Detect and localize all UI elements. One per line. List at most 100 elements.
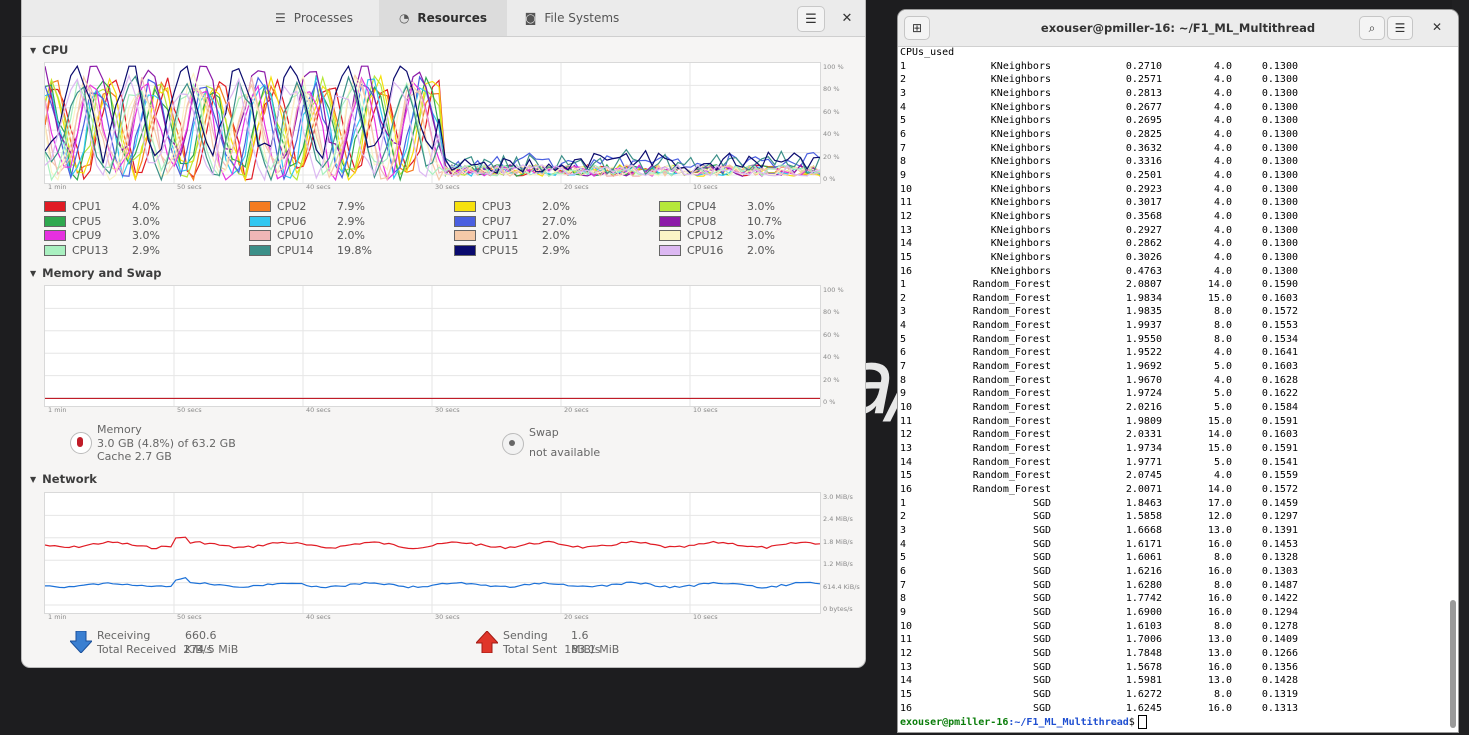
row-score: 0.1356 <box>1261 661 1298 673</box>
terminal-result-row: 13 Random_Forest 1.9734 15.0 0.1591 <box>900 442 1446 456</box>
row-score: 0.1572 <box>1261 306 1298 318</box>
cpu-legend-item[interactable]: CPU8 10.7% <box>659 215 782 228</box>
terminal-menu-button[interactable]: ☰ <box>1387 16 1413 40</box>
cpu-color-swatch[interactable] <box>44 230 66 241</box>
cpu-percent: 3.0% <box>132 229 160 242</box>
row-model: Random_Forest <box>972 456 1051 468</box>
row-cpus: 14 <box>900 456 913 468</box>
network-section-header[interactable]: ▼ Network <box>30 472 97 486</box>
row-score: 0.1591 <box>1261 415 1298 427</box>
cpu-legend-item[interactable]: CPU7 27.0% <box>454 215 577 228</box>
memory-info: Memory 3.0 GB (4.8%) of 63.2 GB Cache 2.… <box>97 423 236 464</box>
x-tick-label: 10 secs <box>693 183 718 191</box>
row-score: 0.1628 <box>1261 374 1298 386</box>
cpu-percent: 27.0% <box>542 214 577 228</box>
cpu-legend-item[interactable]: CPU12 3.0% <box>659 229 775 242</box>
terminal-result-row: 11 KNeighbors 0.3017 4.0 0.1300 <box>900 196 1446 210</box>
cpu-legend-item[interactable]: CPU13 2.9% <box>44 243 160 257</box>
cpu-percent: 10.7% <box>747 214 782 228</box>
row-param: 8.0 <box>1213 552 1232 564</box>
terminal-result-row: 13 SGD 1.5678 16.0 0.1356 <box>900 661 1446 675</box>
terminal-scrollbar[interactable] <box>1450 600 1456 728</box>
row-param: 16.0 <box>1207 702 1232 714</box>
cpu-color-swatch[interactable] <box>44 244 66 256</box>
receiving-arrow-icon[interactable] <box>68 630 94 657</box>
cpu-legend-item[interactable]: CPU14 19.8% <box>249 244 372 257</box>
terminal-prompt[interactable]: exouser@pmiller-16:~/F1_ML_Multithread$ <box>900 715 1446 730</box>
cpu-percent: 2.0% <box>542 200 570 213</box>
row-time: 1.9522 <box>1125 347 1162 359</box>
cpu-legend-item[interactable]: CPU15 2.9% <box>454 244 570 257</box>
terminal-close-button[interactable]: ✕ <box>1425 16 1449 38</box>
row-score: 0.1534 <box>1261 333 1298 345</box>
swap-color-swatch[interactable] <box>502 433 524 455</box>
cpu-color-swatch[interactable] <box>249 230 271 241</box>
cpu-color-swatch[interactable] <box>249 244 271 256</box>
row-cpus: 13 <box>900 443 913 455</box>
row-param: 15.0 <box>1207 292 1232 304</box>
memory-label: Memory <box>97 423 142 436</box>
row-score: 0.1391 <box>1261 524 1298 536</box>
cpu-legend-item[interactable]: CPU1 4.0% <box>44 200 160 213</box>
cpu-legend-item[interactable]: CPU4 3.0% <box>659 200 775 213</box>
cpu-label: CPU16 <box>687 243 724 257</box>
memory-pie-icon <box>77 437 83 447</box>
tab-resources[interactable]: ◔ Resources <box>379 0 507 36</box>
row-model: Random_Forest <box>972 429 1051 441</box>
x-tick-label: 20 secs <box>564 406 589 414</box>
row-time: 1.9835 <box>1125 306 1162 318</box>
cpu-color-swatch[interactable] <box>249 215 271 227</box>
prompt-path: :~/F1_ML_Multithread <box>1008 717 1129 729</box>
row-param: 16.0 <box>1207 606 1232 618</box>
cpu-color-swatch[interactable] <box>659 244 681 256</box>
terminal-result-row: 14 SGD 1.5981 13.0 0.1428 <box>900 674 1446 688</box>
row-time: 0.2813 <box>1125 87 1162 99</box>
row-model: KNeighbors <box>990 101 1051 113</box>
y-tick-label: 20 % <box>823 375 840 384</box>
cpu-legend-item[interactable]: CPU5 3.0% <box>44 215 160 228</box>
terminal-result-row: 2 Random_Forest 1.9834 15.0 0.1603 <box>900 292 1446 306</box>
y-tick-label: 80 % <box>823 85 840 94</box>
row-cpus: 14 <box>900 675 913 687</box>
receiving-info: Receiving 660.6 KiB/s Total Received 274.… <box>97 629 238 656</box>
row-cpus: 3 <box>900 524 907 536</box>
search-button[interactable]: ⌕ <box>1359 16 1385 40</box>
cpu-section-header[interactable]: ▼ CPU <box>30 43 68 57</box>
terminal-output[interactable]: CPUs_used 1 KNeighbors 0.2710 4.0 0.1300 2 KNe… <box>900 46 1446 732</box>
y-tick-label: 3.0 MiB/s <box>823 493 853 501</box>
row-time: 1.9771 <box>1125 456 1162 468</box>
cpu-legend-item[interactable]: CPU10 2.0% <box>249 229 365 242</box>
cpu-legend-item[interactable]: CPU11 2.0% <box>454 229 570 242</box>
sending-arrow-icon[interactable] <box>474 630 500 657</box>
cpu-color-swatch[interactable] <box>659 215 681 227</box>
cpu-color-swatch[interactable] <box>454 201 476 212</box>
tab-processes[interactable]: ☰ Processes <box>250 0 378 36</box>
cpu-legend-item[interactable]: CPU16 2.0% <box>659 243 775 257</box>
cpu-legend-item[interactable]: CPU9 3.0% <box>44 229 160 242</box>
memory-section-header[interactable]: ▼ Memory and Swap <box>30 266 162 280</box>
cpu-color-swatch[interactable] <box>44 201 66 212</box>
swap-info: Swap not available <box>529 423 600 463</box>
x-tick-label: 30 secs <box>435 613 460 621</box>
cpu-legend-item[interactable]: CPU3 2.0% <box>454 200 570 213</box>
cpu-color-swatch[interactable] <box>659 230 681 241</box>
row-score: 0.1428 <box>1261 675 1298 687</box>
total-sent-label: Total Sent <box>503 642 558 656</box>
cpu-legend-item[interactable]: CPU6 2.9% <box>249 215 365 228</box>
cpu-color-swatch[interactable] <box>454 244 476 256</box>
cpu-color-swatch[interactable] <box>454 230 476 241</box>
x-tick-label: 40 secs <box>306 183 331 191</box>
tab-file-systems[interactable]: ◙ File Systems <box>508 0 636 36</box>
cpu-legend-item[interactable]: CPU2 7.9% <box>249 200 365 213</box>
cpu-color-swatch[interactable] <box>249 201 271 212</box>
menu-button[interactable]: ☰ <box>797 6 825 32</box>
row-model: KNeighbors <box>990 251 1051 263</box>
terminal-result-row: 2 KNeighbors 0.2571 4.0 0.1300 <box>900 73 1446 87</box>
memory-color-swatch[interactable] <box>70 432 92 454</box>
cpu-color-swatch[interactable] <box>44 215 66 227</box>
cpu-color-swatch[interactable] <box>454 215 476 227</box>
close-button[interactable]: ✕ <box>837 8 857 28</box>
terminal-result-row: 12 KNeighbors 0.3568 4.0 0.1300 <box>900 210 1446 224</box>
cpu-label: CPU13 <box>72 243 109 257</box>
cpu-color-swatch[interactable] <box>659 201 681 212</box>
